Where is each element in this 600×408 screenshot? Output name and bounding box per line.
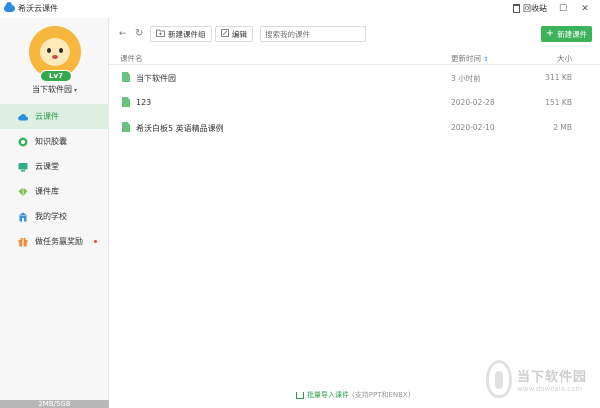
storage-usage: 2MB/5GB [0,400,109,408]
toolbar: ← ↻ 新建课件组 编辑 + 新建课件 [109,18,600,50]
level-text: Lv7 [49,72,63,80]
sidebar-item-label: 做任务赢奖励 [35,237,83,246]
import-icon [296,391,304,399]
app-logo-icon [4,2,15,12]
library-icon [18,187,28,197]
watermark-en: www.downxia.com [517,384,583,393]
search-input[interactable] [260,26,366,42]
sidebar-item-my-school[interactable]: 我的学校 [0,204,109,229]
window-controls: — ☐ ✕ [530,0,596,18]
trash-icon [513,4,520,13]
lion-face [40,38,70,66]
sidebar-item-label: 云课堂 [35,162,59,171]
batch-import-link[interactable]: 批量导入课件 [307,390,349,400]
column-header-date-label: 更新时间 [451,54,481,63]
sidebar-item-label: 知识胶囊 [35,137,67,146]
sidebar-item-label: 我的学校 [35,212,67,221]
watermark-logo-icon [486,360,512,398]
table-header: 课件名 更新时间 ⇕ 大小 [109,50,600,65]
caret-down-icon: ▾ [73,87,77,94]
sidebar-item-label: 云课件 [35,112,59,121]
lion-nose [52,55,58,59]
new-group-button[interactable]: 新建课件组 [150,26,212,42]
sidebar-item-cloud-courseware[interactable]: 云课件 [0,104,109,129]
app-title: 希沃云课件 [4,2,58,14]
row-size: 311 KB [545,73,572,82]
app-title-text: 希沃云课件 [18,4,58,13]
file-icon [122,97,130,107]
row-date: 2020-02-10 [451,123,495,132]
watermark: 当下软件园 www.downxia.com [486,360,587,398]
username-dropdown[interactable]: 当下软件园 ▾ [0,84,109,95]
back-arrow-icon[interactable]: ← [119,29,127,39]
username-text: 当下软件园 [31,85,72,94]
classroom-icon [18,162,28,172]
cloud-icon [18,112,28,122]
sidebar-item-courseware-library[interactable]: 课件库 [0,179,109,204]
gift-icon [18,237,28,247]
file-icon [122,72,130,82]
import-hint: (支持PPT和ENBX) [352,391,411,399]
sidebar: Lv7 当下软件园 ▾ 云课件 知识胶囊 云课堂 课件库 我的学校 做任务赢奖励… [0,18,109,408]
column-header-name[interactable]: 课件名 [120,53,143,64]
notification-dot [94,240,97,243]
school-icon [18,212,28,222]
row-name: 当下软件园 [136,74,176,83]
lion-eye-right [59,48,63,53]
row-name: 123 [136,98,152,107]
row-date: 2020-02-28 [451,98,495,107]
new-course-label: 新建课件 [557,29,588,39]
column-header-date[interactable]: 更新时间 ⇕ [451,53,488,64]
sidebar-nav: 云课件 知识胶囊 云课堂 课件库 我的学校 做任务赢奖励 [0,104,109,254]
row-size: 2 MB [553,123,572,132]
edit-label: 编辑 [232,29,247,39]
folder-add-icon [156,29,165,39]
edit-button[interactable]: 编辑 [215,26,253,42]
sort-icon: ⇕ [483,56,489,63]
new-course-button[interactable]: + 新建课件 [541,26,592,42]
level-badge: Lv7 [40,70,72,82]
plus-icon: + [545,28,555,39]
new-group-label: 新建课件组 [168,29,206,39]
lion-eye-left [47,48,51,53]
table-row[interactable]: 123 2020-02-28 151 KB [109,90,600,115]
watermark-text: 当下软件园 www.downxia.com [517,366,587,393]
avatar[interactable]: Lv7 [29,26,81,82]
sidebar-item-tasks-rewards[interactable]: 做任务赢奖励 [0,229,109,254]
courseware-table: 课件名 更新时间 ⇕ 大小 当下软件园 3 小时前 311 KB 123 2020… [109,50,600,140]
table-row[interactable]: 希沃白板5 英语精品课例 2020-02-10 2 MB [109,115,600,140]
watermark-cn: 当下软件园 [517,369,588,385]
file-icon [122,122,130,132]
row-date: 3 小时前 [451,74,481,83]
row-name: 希沃白板5 英语精品课例 [136,124,224,133]
title-bar: 希沃云课件 回收站 — ☐ ✕ [0,0,600,18]
capsule-icon [18,137,28,147]
sidebar-item-cloud-classroom[interactable]: 云课堂 [0,154,109,179]
sidebar-item-label: 课件库 [35,187,59,196]
maximize-button[interactable]: ☐ [552,0,574,18]
table-row[interactable]: 当下软件园 3 小时前 311 KB [109,65,600,90]
sidebar-item-knowledge-capsule[interactable]: 知识胶囊 [0,129,109,154]
minimize-button[interactable]: — [530,0,552,18]
row-size: 151 KB [545,98,572,107]
refresh-icon[interactable]: ↻ [135,28,143,39]
batch-import: 批量导入课件 (支持PPT和ENBX) [296,390,410,400]
close-button[interactable]: ✕ [574,0,596,18]
edit-icon [221,29,229,39]
column-header-size[interactable]: 大小 [557,53,572,64]
